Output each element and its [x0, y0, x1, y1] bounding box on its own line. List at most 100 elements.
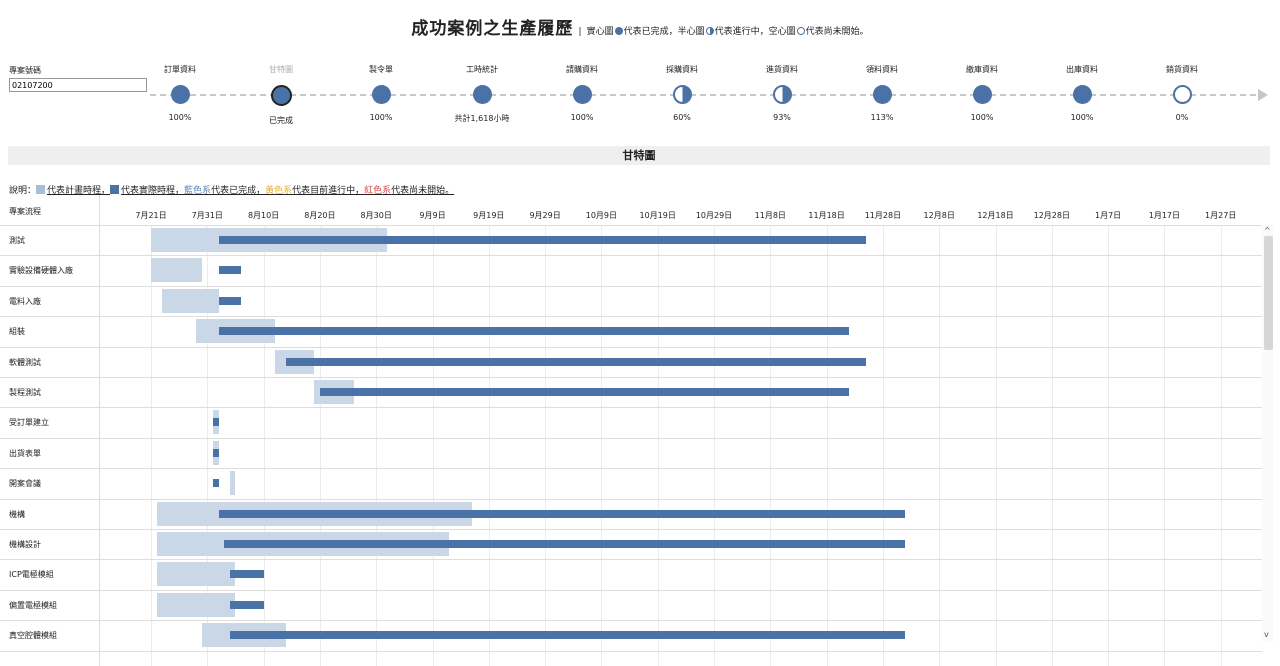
stage-status-circle-icon[interactable] — [1172, 85, 1192, 104]
stage-status-circle-icon[interactable] — [472, 85, 492, 104]
task-label: 真空腔體模組 — [9, 631, 57, 641]
stage-status-circle-icon[interactable] — [872, 85, 892, 104]
row-divider — [0, 285, 1262, 287]
half-circle-icon — [705, 27, 714, 35]
scrollbar-thumb[interactable] — [1264, 236, 1273, 350]
actual-bar[interactable] — [229, 570, 264, 579]
gantt-title: 甘特圖 — [8, 146, 1270, 165]
task-label: 出貨表單 — [9, 448, 41, 458]
task-label: 偏置電極模組 — [9, 600, 57, 610]
pipeline-stage[interactable]: 訂單資料 100% — [135, 64, 225, 122]
task-label: 軟體測試 — [9, 357, 41, 367]
stage-value: 100% — [970, 113, 994, 122]
stage-status-circle-icon[interactable] — [170, 85, 190, 104]
date-gridline — [939, 225, 941, 666]
stage-status-circle-icon[interactable] — [772, 85, 792, 104]
stage-status-circle-icon[interactable] — [972, 85, 992, 104]
plan-bar[interactable] — [151, 258, 202, 283]
row-divider — [0, 346, 1262, 348]
actual-bar[interactable] — [218, 236, 866, 244]
date-tick-label: 1月27日 — [1205, 211, 1237, 220]
actual-bar[interactable] — [229, 631, 906, 640]
date-gridline — [1051, 225, 1053, 666]
actual-bar[interactable] — [224, 540, 906, 548]
task-label: 開案會議 — [9, 479, 41, 489]
plan-bar[interactable] — [162, 288, 219, 313]
actual-bar[interactable] — [218, 327, 850, 336]
date-gridline — [714, 225, 715, 666]
date-gridline — [432, 225, 434, 666]
actual-bar[interactable] — [212, 448, 219, 457]
actual-bar[interactable] — [212, 418, 219, 427]
stage-status-circle-icon[interactable] — [672, 85, 692, 104]
row-divider — [0, 559, 1262, 561]
row-divider — [0, 437, 1262, 439]
task-label: 測試 — [9, 236, 25, 245]
pipeline-stage[interactable]: 銷貨資料 0% — [1137, 64, 1227, 122]
actual-bar[interactable] — [218, 266, 242, 275]
stage-value: 100% — [570, 113, 594, 122]
stage-status-circle-icon[interactable] — [270, 85, 292, 106]
pipeline-stage[interactable]: 工時統計 共計1,618小時 — [437, 64, 527, 124]
pipeline-stage[interactable]: 製令單 100% — [336, 64, 426, 122]
pipeline-stage[interactable]: 請購資料 100% — [537, 64, 627, 122]
scroll-down-icon[interactable]: v — [1264, 630, 1269, 639]
plan-bar[interactable] — [229, 471, 236, 496]
stage-value: 60% — [673, 113, 691, 122]
scroll-up-icon[interactable]: ^ — [1264, 226, 1271, 235]
task-label: ICP電極模組 — [9, 570, 54, 580]
task-label: 機構設計 — [9, 540, 41, 549]
task-label: 受訂單建立 — [9, 418, 49, 428]
date-tick-label: 9月19日 — [473, 211, 505, 220]
stage-value: 已完成 — [269, 116, 293, 125]
stage-status-circle-icon[interactable] — [371, 85, 391, 104]
plan-bar[interactable] — [156, 592, 236, 617]
pipeline-stage[interactable]: 領料資料 113% — [837, 64, 927, 122]
stage-value: 100% — [1070, 113, 1094, 122]
date-gridline — [488, 225, 490, 666]
title-separator: | — [578, 27, 582, 37]
row-divider — [0, 620, 1262, 622]
date-gridline — [545, 225, 547, 666]
actual-bar[interactable] — [218, 296, 242, 305]
legend-half-label: 代表已完成，半心圖 — [623, 27, 705, 37]
date-gridline — [263, 225, 265, 666]
date-tick-label: 1月7日 — [1095, 211, 1122, 220]
stage-value: 113% — [870, 113, 894, 122]
pipeline-stage[interactable]: 甘特圖 已完成 — [236, 64, 326, 126]
pipeline-stage[interactable]: 進貨資料 93% — [737, 64, 827, 122]
date-tick-label: 1月17日 — [1148, 211, 1181, 220]
date-gridline — [319, 225, 321, 666]
pipeline-stage[interactable]: 採購資料 60% — [637, 64, 727, 122]
task-column-header: 專案流程 — [9, 207, 41, 216]
date-gridline — [882, 225, 884, 666]
actual-bar[interactable] — [218, 509, 906, 518]
stage-status-circle-icon[interactable] — [1072, 85, 1092, 104]
stage-value: 100% — [168, 113, 192, 122]
actual-bar[interactable] — [286, 357, 866, 366]
actual-bar[interactable] — [229, 600, 264, 609]
date-tick-label: 9月9日 — [419, 211, 446, 220]
case-number-input[interactable] — [9, 78, 147, 92]
plan-swatch-icon — [36, 185, 46, 194]
pipeline-arrow-icon — [1258, 89, 1268, 101]
plan-bar[interactable] — [156, 562, 236, 587]
pipeline-stage[interactable]: 出庫資料 100% — [1037, 64, 1127, 122]
stage-label: 工時統計 — [466, 65, 498, 74]
empty-circle-icon — [796, 27, 805, 35]
actual-bar[interactable] — [212, 479, 219, 488]
stage-label: 製令單 — [369, 65, 393, 74]
legend-full-label: 實心圖 — [586, 27, 614, 37]
date-gridline — [770, 225, 772, 666]
stage-label: 領料資料 — [866, 65, 898, 74]
date-tick-label: 12月8日 — [923, 211, 955, 220]
stage-value: 93% — [773, 113, 791, 122]
legend-notstarted-label: 代表尚未開始。 — [805, 27, 869, 37]
stage-label: 繳庫資料 — [966, 65, 998, 74]
pipeline-stage[interactable]: 繳庫資料 100% — [937, 64, 1027, 122]
row-divider — [0, 529, 1262, 530]
stage-status-circle-icon[interactable] — [572, 85, 592, 104]
stage-label: 請購資料 — [566, 65, 598, 74]
actual-bar[interactable] — [319, 388, 850, 396]
date-gridline — [601, 225, 603, 666]
